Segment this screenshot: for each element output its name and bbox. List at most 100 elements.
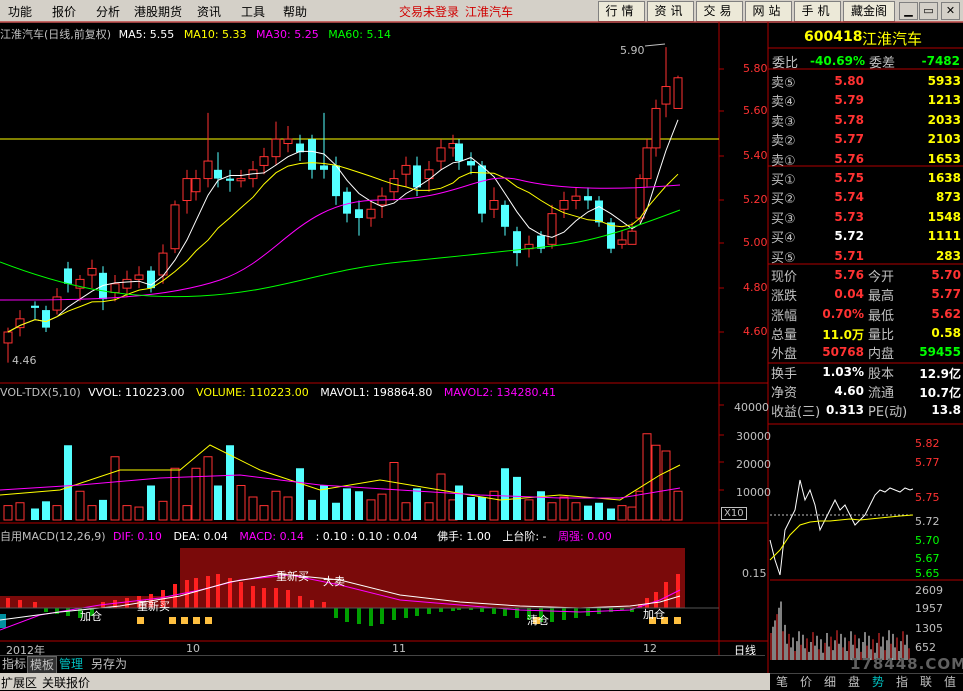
buy-price[interactable]: 5.73: [806, 210, 864, 224]
mavol2-line: [0, 474, 681, 499]
mini-tab[interactable]: 价: [800, 673, 812, 690]
mini-tab[interactable]: 联: [920, 673, 932, 690]
tab-manage[interactable]: 管理: [57, 656, 85, 672]
volume-bar: [547, 502, 557, 521]
mini-volume-tick: 652: [915, 641, 936, 654]
buy-signal-icon: [137, 617, 144, 624]
annotation-chongxinmai-2: 重新买: [276, 570, 309, 583]
stat-label: 涨跌: [771, 289, 798, 305]
volume-bar: [332, 502, 340, 520]
buy-price[interactable]: 5.71: [806, 249, 864, 263]
mini-tab[interactable]: 笔: [776, 673, 788, 690]
volume-bar: [42, 501, 50, 520]
sell-label: 卖②: [771, 134, 796, 150]
sell-price[interactable]: 5.79: [806, 93, 864, 107]
stat-label: 净资: [771, 385, 798, 401]
macd-tick: 0.15: [742, 567, 767, 580]
mini-tab[interactable]: 细: [824, 673, 836, 690]
buy-signal-icon: [205, 617, 212, 624]
sell-label: 卖①: [771, 153, 796, 169]
candle-body: [627, 230, 637, 245]
stat-value: 50768: [822, 345, 864, 360]
tab-indicator[interactable]: 指标: [0, 656, 28, 672]
macd-bar: [404, 608, 408, 618]
macd-bar: [574, 608, 578, 618]
buy-signal-icon: [674, 617, 681, 624]
mini-tab[interactable]: 值: [944, 673, 956, 690]
kline-low-label: 4.46: [12, 354, 37, 367]
volume-bar: [455, 485, 463, 520]
macd-bar: [216, 574, 220, 608]
candle-body: [501, 204, 509, 227]
buy-price[interactable]: 5.72: [806, 229, 864, 243]
stat-value: 59455: [919, 345, 961, 360]
macd-bar: [322, 602, 326, 608]
candle-body: [259, 156, 269, 166]
buy-price[interactable]: 5.74: [806, 190, 864, 204]
macd-bar: [439, 608, 443, 612]
buy-price[interactable]: 5.75: [806, 171, 864, 185]
volume-bar: [99, 499, 107, 520]
volume-bar: [424, 502, 434, 521]
volume-bar: [501, 468, 509, 520]
price-tick: 4.80: [743, 281, 768, 294]
macd-bar: [239, 582, 243, 608]
tab-template[interactable]: 模板: [27, 656, 58, 674]
sell-price[interactable]: 5.78: [806, 113, 864, 127]
kline-high-label: 5.90: [620, 44, 645, 57]
macd-bar: [609, 608, 613, 612]
weicha-label: 委差: [869, 56, 896, 71]
candle-body: [401, 164, 411, 175]
mini-tab-bar: [770, 673, 963, 691]
sell-volume: 2103: [927, 132, 961, 147]
stat-label: 现价: [771, 270, 798, 285]
volume-bar: [182, 505, 192, 521]
annotation-qingcang: 清仓: [527, 614, 549, 627]
candle-body: [467, 161, 475, 166]
candle-body: [584, 196, 592, 201]
stat-label: 最高: [868, 289, 895, 305]
weicha-value: -7482: [921, 54, 960, 68]
volume-bar: [191, 467, 201, 521]
sell-price[interactable]: 5.76: [806, 152, 864, 166]
stat-value: 10.7亿: [919, 385, 961, 400]
sell-price[interactable]: 5.80: [806, 74, 864, 88]
macd-bar: [125, 598, 129, 608]
volume-bar: [651, 444, 661, 521]
price-tick: 4.60: [743, 325, 768, 338]
macd-bar: [298, 596, 302, 608]
macd-bar: [6, 598, 10, 608]
annotation-jiacang-1: 加仓: [80, 610, 102, 623]
candle-body: [607, 222, 615, 249]
stat-value: 1.03%: [822, 364, 864, 379]
stat-value: 4.60: [834, 383, 864, 398]
macd-bar: [492, 608, 496, 614]
foshou-value: 佛手: 1.00: [437, 530, 491, 543]
ma5-value: MA5: 5.55: [118, 28, 175, 41]
buy-label: 买②: [771, 192, 796, 208]
volume-bar: [478, 497, 486, 520]
macd-bar: [562, 608, 566, 620]
volume-bar: [537, 491, 545, 520]
mini-price-tick: 5.72: [915, 515, 940, 528]
volume-bar: [296, 468, 304, 520]
sell-price[interactable]: 5.77: [806, 132, 864, 146]
tab-save-as[interactable]: 另存为: [89, 656, 129, 672]
shangtai-value: 上台阶: -: [502, 530, 547, 543]
candle-body: [413, 165, 421, 188]
volume-bar: [524, 499, 534, 521]
volume-bar: [87, 505, 97, 521]
macd-bar: [251, 586, 255, 608]
mini-tab[interactable]: 势: [872, 673, 884, 690]
mini-tab[interactable]: 指: [896, 673, 908, 690]
mini-tab[interactable]: 盘: [848, 673, 860, 690]
watermark: 178448.COM: [850, 655, 963, 673]
tab-extension[interactable]: 扩展区: [1, 674, 37, 691]
volume-bar: [147, 485, 155, 520]
tab-related-quote[interactable]: 关联报价: [42, 674, 90, 691]
candle-body: [343, 191, 351, 214]
stat-value: 0.70%: [822, 306, 864, 321]
macd-bar: [392, 608, 396, 620]
volume-bar: [31, 508, 39, 520]
time-label-11: 11: [392, 642, 406, 655]
